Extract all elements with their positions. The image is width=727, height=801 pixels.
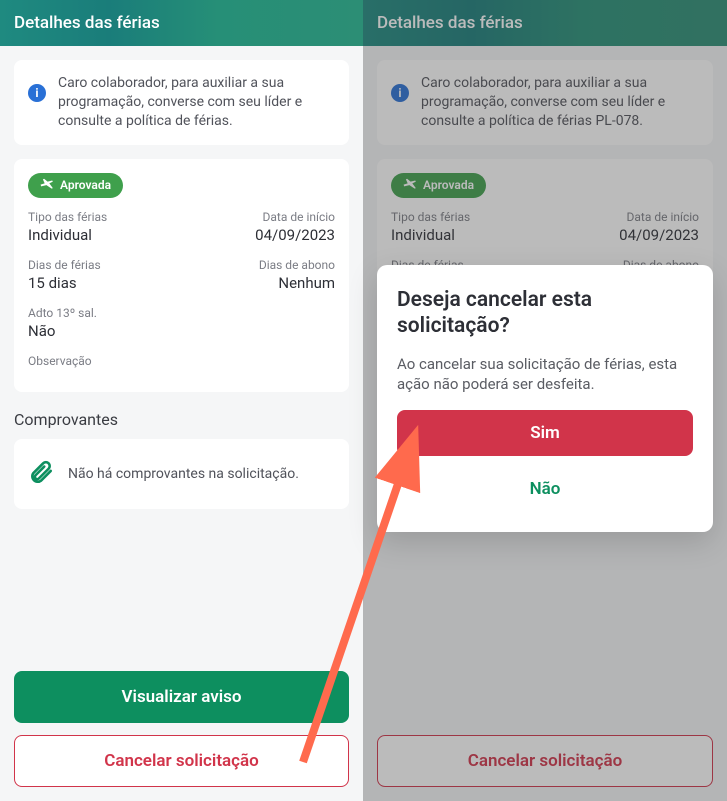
button-label: Visualizar aviso xyxy=(121,687,241,707)
footer-buttons: Visualizar aviso Cancelar solicitação xyxy=(14,651,349,787)
field-label: Adto 13º sal. xyxy=(28,306,335,320)
airplane-icon xyxy=(403,177,417,194)
page-body: i Caro colaborador, para auxiliar a sua … xyxy=(0,46,363,801)
left-screen: Detalhes das férias i Caro colaborador, … xyxy=(0,0,363,801)
info-notice: i Caro colaborador, para auxiliar a sua … xyxy=(377,60,713,145)
airplane-icon xyxy=(40,177,54,194)
button-label: Cancelar solicitação xyxy=(104,751,259,771)
right-screen: Detalhes das férias i Caro colaborador, … xyxy=(363,0,727,801)
field-inicio: Data de início 04/09/2023 xyxy=(187,210,336,244)
field-dias: Dias de férias 15 dias xyxy=(28,258,177,292)
info-notice-text: Caro colaborador, para auxiliar a sua pr… xyxy=(58,74,335,131)
field-value: Nenhum xyxy=(278,274,335,292)
cancel-confirm-modal: Deseja cancelar esta solicitação? Ao can… xyxy=(377,265,713,532)
modal-confirm-no-button[interactable]: Não xyxy=(397,466,693,512)
field-tipo: Tipo das férias Individual xyxy=(28,210,177,244)
page-header: Detalhes das férias xyxy=(0,0,363,46)
page-title: Detalhes das férias xyxy=(377,13,523,33)
field-value: 15 dias xyxy=(28,274,177,292)
modal-confirm-yes-button[interactable]: Sim xyxy=(397,410,693,456)
info-notice-text: Caro colaborador, para auxiliar a sua pr… xyxy=(421,74,699,131)
field-label: Data de início xyxy=(627,210,700,224)
page-title: Detalhes das férias xyxy=(14,13,160,33)
field-label: Dias de férias xyxy=(28,258,177,272)
info-notice: i Caro colaborador, para auxiliar a sua … xyxy=(14,60,349,145)
attachments-empty-text: Não há comprovantes na solicitação. xyxy=(68,466,299,482)
status-badge: Aprovada xyxy=(391,173,486,198)
field-value: Não xyxy=(28,322,335,340)
field-value: Individual xyxy=(391,226,540,244)
button-label: Sim xyxy=(530,423,560,443)
footer-buttons: Cancelar solicitação xyxy=(377,715,713,787)
field-value: 04/09/2023 xyxy=(255,226,335,244)
cancel-request-button[interactable]: Cancelar solicitação xyxy=(377,735,713,787)
button-label: Cancelar solicitação xyxy=(468,751,623,771)
field-label: Tipo das férias xyxy=(391,210,540,224)
button-label: Não xyxy=(530,479,561,499)
status-badge: Aprovada xyxy=(28,173,123,198)
field-inicio: Data de início 04/09/2023 xyxy=(550,210,699,244)
field-label: Tipo das férias xyxy=(28,210,177,224)
page-header: Detalhes das férias xyxy=(363,0,727,46)
field-adto: Adto 13º sal. Não xyxy=(28,306,335,340)
field-abono: Dias de abono Nenhum xyxy=(187,258,336,292)
field-value: Individual xyxy=(28,226,177,244)
section-title-comprovantes: Comprovantes xyxy=(14,410,349,429)
modal-description: Ao cancelar sua solicitação de férias, e… xyxy=(397,354,693,395)
attachments-box: Não há comprovantes na solicitação. xyxy=(14,439,349,509)
vacation-card: Aprovada Tipo das férias Individual Data… xyxy=(14,159,349,392)
paperclip-icon xyxy=(28,459,54,489)
field-label: Data de início xyxy=(263,210,336,224)
view-notice-button[interactable]: Visualizar aviso xyxy=(14,671,349,723)
field-value: 04/09/2023 xyxy=(619,226,699,244)
field-label: Observação xyxy=(28,354,335,368)
modal-title: Deseja cancelar esta solicitação? xyxy=(397,287,693,340)
field-observacao: Observação xyxy=(28,354,335,368)
cancel-request-button[interactable]: Cancelar solicitação xyxy=(14,735,349,787)
status-badge-label: Aprovada xyxy=(60,178,111,192)
info-icon: i xyxy=(391,84,409,102)
field-label: Dias de abono xyxy=(259,258,335,272)
info-icon: i xyxy=(28,84,46,102)
status-badge-label: Aprovada xyxy=(423,178,474,192)
field-tipo: Tipo das férias Individual xyxy=(391,210,540,244)
